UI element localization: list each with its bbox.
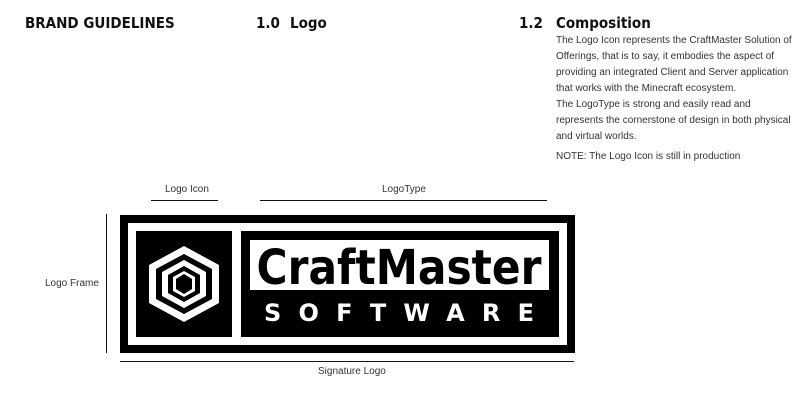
signature-logo-label: Signature Logo xyxy=(318,366,386,377)
signature-logo: CraftMaster SOFTWARE xyxy=(120,215,575,353)
signature-logo-guide-line xyxy=(120,361,574,362)
subsection-title: Composition xyxy=(556,14,651,32)
logo-wordmark: CraftMaster xyxy=(257,240,542,296)
subsection-number: 1.2 xyxy=(519,14,543,32)
logotype-label: LogoType xyxy=(382,184,426,195)
section-number: 1.0 xyxy=(256,14,280,32)
composition-paragraph-1: The Logo Icon represents the CraftMaster… xyxy=(556,35,792,94)
logo-frame-guide-line xyxy=(106,214,107,353)
logo-icon-label: Logo Icon xyxy=(165,184,209,195)
brand-title: BRAND GUIDELINES xyxy=(25,14,175,32)
logo-icon-guide-line xyxy=(151,200,218,201)
composition-paragraph-2: The LogoType is strong and easily read a… xyxy=(556,99,791,142)
hexagon-icon xyxy=(136,231,232,337)
section-title: Logo xyxy=(290,14,327,32)
composition-note: NOTE: The Logo Icon is still in producti… xyxy=(556,151,741,162)
logo-frame-label: Logo Frame xyxy=(45,278,99,289)
logotype-guide-line xyxy=(260,200,547,201)
